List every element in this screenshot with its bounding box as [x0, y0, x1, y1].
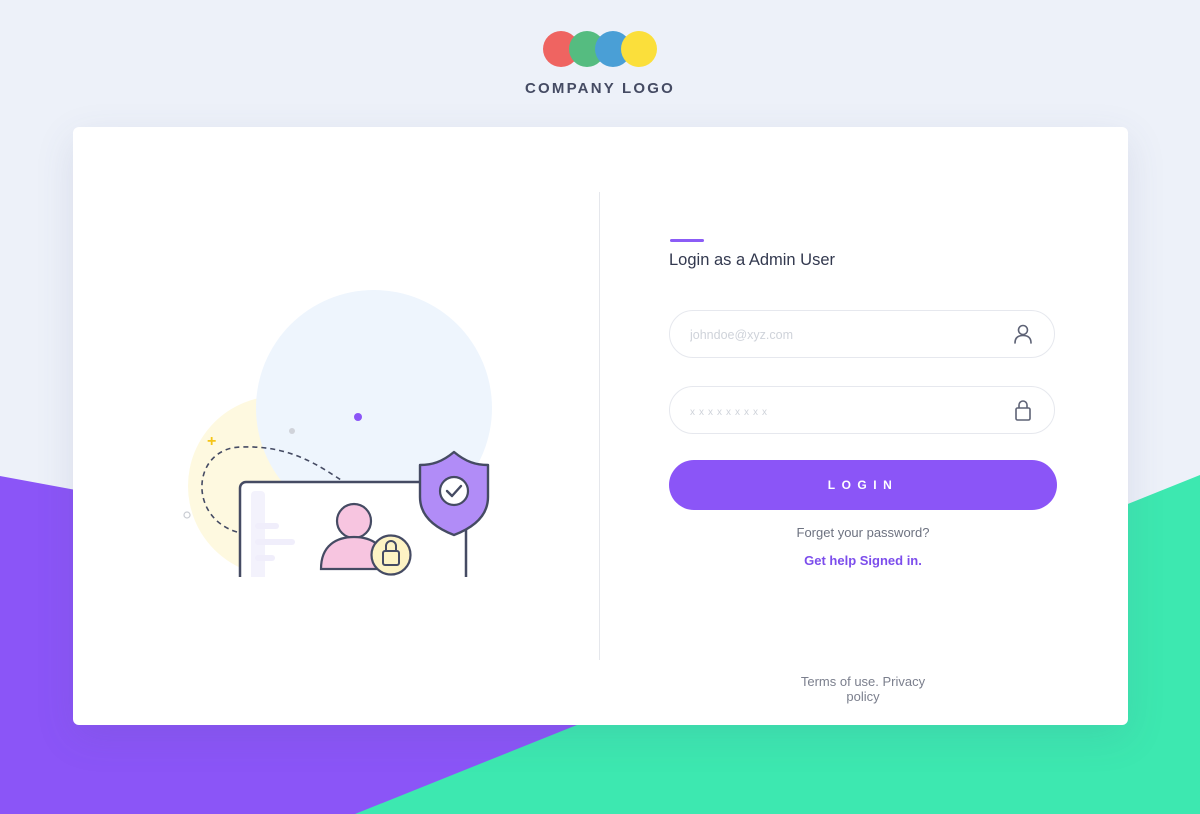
password-input[interactable]	[688, 387, 1012, 434]
login-form: Login as a Admin User LOGIN Forget your …	[669, 239, 1059, 568]
logo-dots	[543, 31, 657, 67]
login-card: + Login as a Admin User johndoe@xyz.com …	[73, 127, 1128, 725]
email-input[interactable]	[688, 311, 1012, 358]
password-field[interactable]	[669, 386, 1055, 434]
company-logo: COMPANY LOGO	[0, 31, 1200, 97]
decor-dot-purple	[354, 413, 362, 421]
footer-links: Terms of use. Privacy policy	[783, 674, 943, 704]
security-illustration: +	[183, 290, 492, 577]
card-divider	[599, 192, 600, 660]
decor-dot-gray	[289, 428, 295, 434]
email-field[interactable]	[669, 310, 1055, 358]
login-button[interactable]: LOGIN	[669, 460, 1057, 510]
logo-text: COMPANY LOGO	[524, 80, 676, 97]
lock-badge-icon	[370, 534, 412, 576]
plus-icon: +	[207, 433, 216, 450]
decor-ring-gray	[183, 511, 191, 519]
lock-icon	[1015, 400, 1031, 421]
get-help-link[interactable]: Get help Signed in.	[669, 553, 1057, 568]
forgot-password-text: Forget your password?	[796, 525, 930, 540]
form-title: Login as a Admin User	[669, 251, 836, 269]
title-accent-bar	[670, 239, 704, 242]
logo-dot-yellow	[621, 31, 657, 67]
terms-link[interactable]: Terms of use.	[801, 674, 879, 689]
user-icon	[1014, 324, 1032, 344]
